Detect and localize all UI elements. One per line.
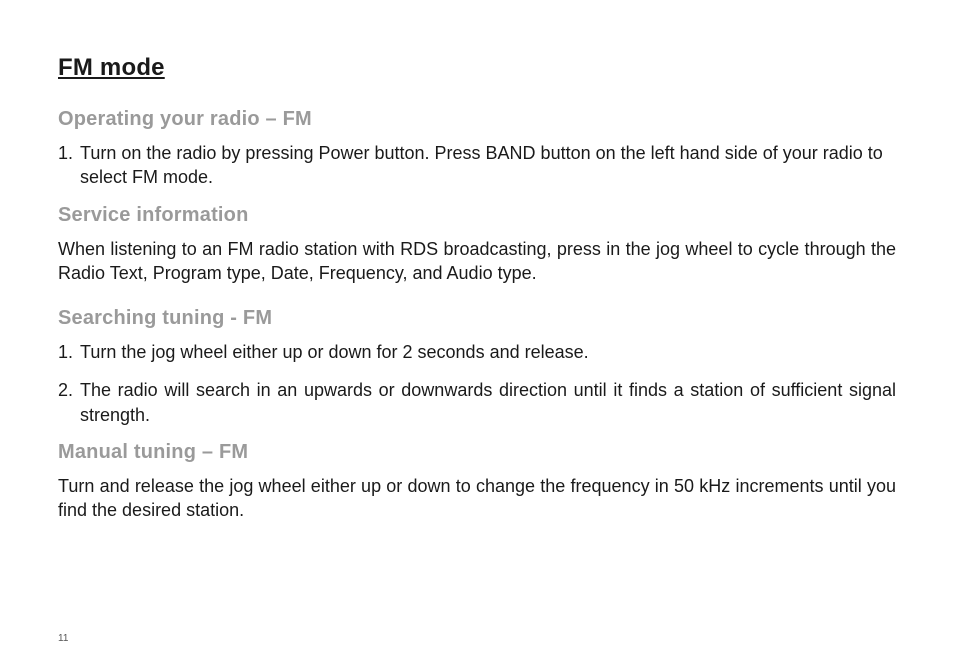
list-text: Turn on the radio by pressing Power butt…: [80, 141, 896, 190]
list-text: The radio will search in an upwards or d…: [80, 378, 896, 427]
section-searching: Searching tuning - FM 1. Turn the jog wh…: [58, 307, 896, 427]
manual-page: FM mode Operating your radio – FM 1. Tur…: [0, 0, 954, 668]
list-number: 1.: [58, 340, 80, 364]
list-item: 1. Turn on the radio by pressing Power b…: [58, 141, 896, 190]
paragraph: Turn and release the jog wheel either up…: [58, 474, 896, 523]
section-heading-operating: Operating your radio – FM: [58, 108, 896, 131]
paragraph: When listening to an FM radio station wi…: [58, 237, 896, 286]
list-text: Turn the jog wheel either up or down for…: [80, 340, 896, 364]
list-item: 1. Turn the jog wheel either up or down …: [58, 340, 896, 364]
section-heading-manual: Manual tuning – FM: [58, 441, 896, 464]
section-manual: Manual tuning – FM Turn and release the …: [58, 441, 896, 523]
list-number: 2.: [58, 378, 80, 427]
list-item: 2. The radio will search in an upwards o…: [58, 378, 896, 427]
page-number: 11: [58, 633, 68, 644]
section-heading-searching: Searching tuning - FM: [58, 307, 896, 330]
page-title: FM mode: [58, 54, 896, 82]
section-operating: Operating your radio – FM 1. Turn on the…: [58, 108, 896, 190]
section-heading-service: Service information: [58, 204, 896, 227]
list-number: 1.: [58, 141, 80, 190]
section-service: Service information When listening to an…: [58, 204, 896, 286]
